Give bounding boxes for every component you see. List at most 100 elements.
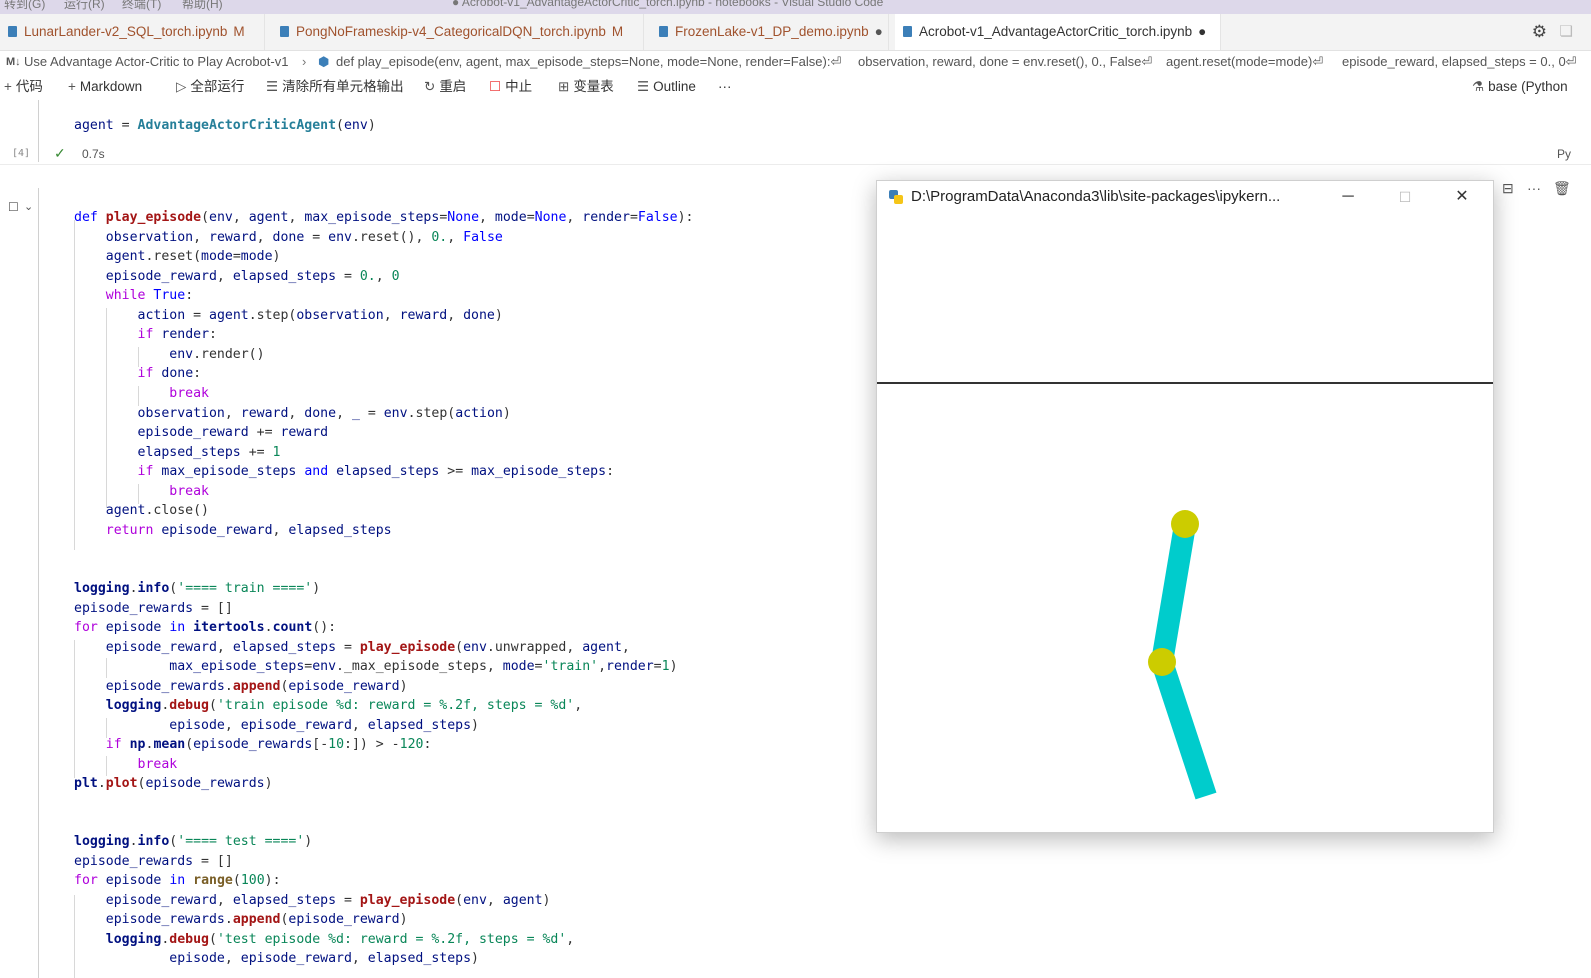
code-line: plt.plot(episode_rewards)	[74, 776, 273, 791]
code-line: observation, reward, done = env.reset(),…	[105, 230, 503, 245]
code-line: agent.reset(mode=mode)	[105, 249, 281, 264]
minimize-button[interactable]: ─	[1325, 181, 1371, 213]
clear-outputs-label: 清除所有单元格输出	[282, 79, 404, 94]
code-line: if done:	[137, 366, 202, 381]
cell-run-icon[interactable]: ☐	[8, 200, 19, 214]
cell-border	[38, 100, 39, 162]
restart-button[interactable]: ↻ 重启	[424, 74, 466, 100]
window-title-bar: 转到(G) 运行(R) 终端(T) 帮助(H) ● Acrobot-v1_Adv…	[0, 0, 1591, 14]
code-line: episode_rewards.append(episode_reward)	[105, 679, 408, 694]
stop-icon: ☐	[489, 79, 502, 94]
code-line: episode, episode_reward, elapsed_steps)	[169, 718, 479, 733]
variables-button[interactable]: ⊞ 变量表	[558, 74, 614, 100]
tab-acrobot[interactable]: Acrobot-v1_AdvantageActorCritic_torch.ip…	[895, 14, 1221, 50]
outline-label: Outline	[653, 79, 696, 94]
clear-all-icon: ☰	[266, 79, 279, 94]
code-line: episode_reward += reward	[137, 425, 329, 440]
run-all-button[interactable]: ▷ 全部运行	[176, 74, 244, 100]
code-line: episode_rewards = []	[74, 854, 233, 869]
kernel-label: base (Python	[1488, 79, 1568, 94]
tab-pong[interactable]: PongNoFrameskip-v4_CategoricalDQN_torch.…	[272, 14, 644, 50]
close-button[interactable]: ✕	[1439, 181, 1485, 213]
cell-border	[38, 188, 39, 978]
render-window-titlebar[interactable]: D:\ProgramData\Anaconda3\lib\site-packag…	[877, 181, 1493, 213]
split-cell-icon[interactable]: ⊟	[1502, 180, 1514, 197]
kernel-picker[interactable]: ⚗ base (Python	[1472, 74, 1568, 100]
notebook-icon	[659, 26, 668, 37]
interrupt-button[interactable]: ☐ 中止	[489, 74, 532, 100]
code-line: break	[169, 484, 209, 499]
more-icon[interactable]: ···	[1527, 180, 1541, 196]
menu-terminal[interactable]: 终端(T)	[122, 0, 161, 12]
code-line: episode_reward, elapsed_steps = play_epi…	[105, 893, 551, 908]
breadcrumb-item[interactable]: observation, reward, done = env.reset(),…	[858, 50, 1152, 74]
tab-label: FrozenLake-v1_DP_demo.ipynb	[675, 24, 869, 39]
python-icon	[889, 190, 903, 204]
more-button[interactable]: ···	[718, 74, 732, 100]
breadcrumb-item[interactable]: def play_episode(env, agent, max_episode…	[336, 50, 841, 74]
execution-count: [4]	[12, 148, 31, 159]
tab-frozenlake[interactable]: FrozenLake-v1_DP_demo.ipynb ●	[651, 14, 889, 50]
acrobot-joint-elbow	[1148, 648, 1176, 676]
execution-time: 0.7s	[82, 147, 105, 161]
notebook-icon	[903, 26, 912, 37]
code-line: logging.info('==== train ====')	[74, 581, 321, 596]
code-line: episode, episode_reward, elapsed_steps)	[169, 951, 479, 966]
interrupt-label: 中止	[505, 79, 533, 94]
tab-lunarlander[interactable]: LunarLander-v2_SQL_torch.ipynb M	[0, 14, 265, 50]
markdown-icon: M↓	[6, 56, 21, 68]
add-markdown-label: Markdown	[79, 79, 143, 94]
code-line: return episode_reward, elapsed_steps	[105, 523, 392, 538]
code-line: break	[137, 757, 178, 772]
add-markdown-button[interactable]: + Markdown	[68, 74, 142, 100]
chevron-right-icon: ›	[302, 54, 307, 69]
unsaved-dot: ●	[1198, 24, 1207, 39]
render-window-title: D:\ProgramData\Anaconda3\lib\site-packag…	[911, 188, 1281, 205]
layout-icon[interactable]: ❏	[1560, 22, 1573, 40]
outline-icon: ☰	[637, 79, 650, 94]
check-icon: ✓	[54, 145, 66, 161]
acrobot-render-canvas	[877, 382, 1493, 800]
add-code-label: 代码	[15, 79, 43, 94]
maximize-button[interactable]: ☐	[1382, 181, 1428, 213]
breadcrumb-item[interactable]: agent.reset(mode=mode)⏎	[1166, 50, 1323, 74]
code-line: observation, reward, done, _ = env.step(…	[137, 406, 511, 421]
menu-help[interactable]: 帮助(H)	[182, 0, 223, 12]
code-line: max_episode_steps=env._max_episode_steps…	[169, 659, 678, 674]
window-title: ● Acrobot-v1_AdvantageActorCritic_torch.…	[452, 0, 884, 9]
breadcrumb-notebook[interactable]: Use Advantage Actor-Critic to Play Acrob…	[24, 50, 288, 74]
editor-tab-bar: LunarLander-v2_SQL_torch.ipynb M PongNoFr…	[0, 14, 1591, 51]
cell-divider	[0, 164, 1591, 165]
variables-label: 变量表	[573, 79, 614, 94]
outline-button[interactable]: ☰ Outline	[637, 74, 696, 100]
tab-label: PongNoFrameskip-v4_CategoricalDQN_torch.…	[296, 24, 606, 39]
menu-goto[interactable]: 转到(G)	[4, 0, 45, 12]
code-line: episode_rewards.append(episode_reward)	[105, 912, 408, 927]
code-line: logging.debug('test episode %d: reward =…	[105, 932, 575, 947]
settings-icon[interactable]: ⚙	[1532, 22, 1547, 42]
code-line: if render:	[137, 327, 217, 342]
code-line: if max_episode_steps and elapsed_steps >…	[137, 464, 615, 479]
code-line: action = agent.step(observation, reward,…	[137, 308, 503, 323]
add-code-button[interactable]: + 代码	[4, 74, 43, 100]
code-line: break	[169, 386, 209, 401]
chevron-down-icon[interactable]: ⌄	[24, 200, 33, 213]
restart-icon: ↻	[424, 79, 436, 94]
code-line: for episode in itertools.count():	[74, 620, 337, 635]
delete-icon[interactable]: 🗑	[1553, 180, 1571, 197]
code-line: logging.debug('train episode %d: reward …	[105, 698, 583, 713]
code-line: env.render()	[169, 347, 265, 362]
render-window[interactable]: D:\ProgramData\Anaconda3\lib\site-packag…	[876, 180, 1494, 833]
prev-cell-code[interactable]: agent = AdvantageActorCriticAgent(env)	[74, 118, 376, 133]
breadcrumb: M↓ Use Advantage Actor-Critic to Play Ac…	[0, 50, 1591, 74]
tab-label: LunarLander-v2_SQL_torch.ipynb	[24, 24, 228, 39]
tab-label: Acrobot-v1_AdvantageActorCritic_torch.ip…	[919, 24, 1193, 39]
plus-icon: +	[68, 79, 76, 94]
menu-run[interactable]: 运行(R)	[64, 0, 105, 12]
acrobot-joint-base	[1171, 510, 1199, 538]
notebook-icon	[8, 26, 17, 37]
notebook-icon	[280, 26, 289, 37]
cell-language[interactable]: Py	[1557, 147, 1571, 161]
breadcrumb-item[interactable]: episode_reward, elapsed_steps = 0., 0⏎	[1342, 50, 1577, 74]
clear-outputs-button[interactable]: ☰ 清除所有单元格输出	[266, 74, 404, 100]
